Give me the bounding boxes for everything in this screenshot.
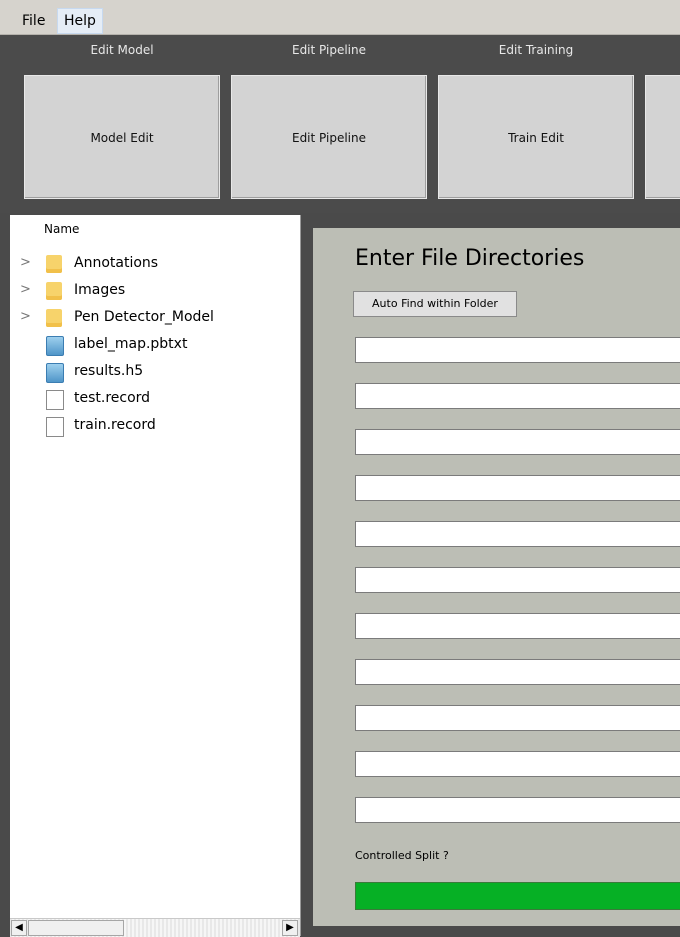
directory-input-9[interactable] [355,705,680,731]
tab-edit-pipeline[interactable]: Edit Pipeline [229,43,429,57]
tree-item-pen-detector-model[interactable]: > Pen Detector_Model [10,305,300,331]
chevron-right-icon[interactable]: > [20,282,31,297]
tree-item-label-map[interactable]: label_map.pbtxt [10,332,300,358]
toolbar: Edit Model Edit Pipeline Edit Training M… [0,35,680,213]
directory-input-3[interactable] [355,429,680,455]
menu-file[interactable]: File [16,9,51,33]
directory-input-1[interactable] [355,337,680,363]
tree-item-label: test.record [74,390,151,406]
directory-input-11[interactable] [355,797,680,823]
train-edit-button[interactable]: Train Edit [438,75,634,199]
file-tree-pane: Name > Annotations > Images > Pen Detect… [10,215,301,936]
tab-edit-model[interactable]: Edit Model [22,43,222,57]
directory-input-5[interactable] [355,521,680,547]
scrollbar-thumb[interactable] [28,920,124,936]
folder-icon [46,309,62,327]
tree-item-results[interactable]: results.h5 [10,359,300,385]
directory-input-2[interactable] [355,383,680,409]
scroll-left-icon[interactable]: ◀ [11,920,27,936]
edit-pipeline-button[interactable]: Edit Pipeline [231,75,427,199]
tree-item-label: label_map.pbtxt [74,336,188,352]
file-icon [46,417,64,437]
directory-input-6[interactable] [355,567,680,593]
progress-bar [355,882,680,910]
tree-item-label: Pen Detector_Model [74,309,214,325]
data-file-icon [46,336,64,356]
folder-icon [46,282,62,300]
tree-item-test-record[interactable]: test.record [10,386,300,412]
chevron-right-icon[interactable]: > [20,309,31,324]
tree-item-label: Images [74,282,126,298]
menu-bar: File Help [0,0,680,35]
chevron-right-icon[interactable]: > [20,255,31,270]
auto-find-button[interactable]: Auto Find within Folder [353,291,517,317]
directory-input-10[interactable] [355,751,680,777]
horizontal-scrollbar[interactable]: ◀ ▶ [10,918,300,937]
directory-panel-title: Enter File Directories [355,246,585,271]
data-file-icon [46,363,64,383]
file-icon [46,390,64,410]
directory-input-7[interactable] [355,613,680,639]
directory-panel: Enter File Directories Auto Find within … [313,228,680,926]
controlled-split-label: Controlled Split ? [355,849,449,862]
directory-input-4[interactable] [355,475,680,501]
model-edit-button[interactable]: Model Edit [24,75,220,199]
tree-item-label: train.record [74,417,156,433]
menu-help[interactable]: Help [57,8,103,34]
tab-edit-training[interactable]: Edit Training [436,43,636,57]
tree-item-annotations[interactable]: > Annotations [10,251,300,277]
tree-item-label: Annotations [74,255,159,271]
scroll-right-icon[interactable]: ▶ [282,920,298,936]
tree-item-label: results.h5 [74,363,144,379]
tree-item-train-record[interactable]: train.record [10,413,300,439]
directory-input-8[interactable] [355,659,680,685]
tree-item-images[interactable]: > Images [10,278,300,304]
folder-icon [46,255,62,273]
name-column-header[interactable]: Name [44,222,79,236]
toolbar-button-partial[interactable] [645,75,680,199]
